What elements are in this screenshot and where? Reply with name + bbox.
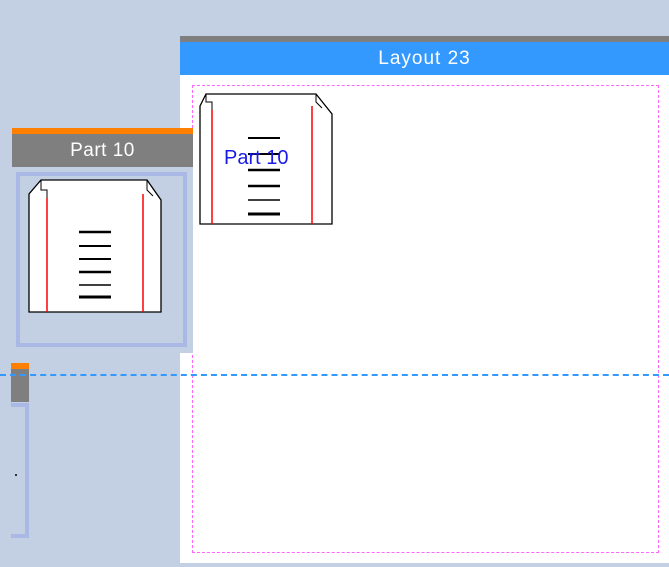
part-card-title: Part 10 <box>70 139 135 161</box>
layout-title: Layout 23 <box>378 47 471 69</box>
part-card-header[interactable]: Part 10 <box>12 134 193 167</box>
part-thumbnail-shape <box>28 179 162 313</box>
partial-card-frame <box>11 403 29 538</box>
horizontal-guide-line[interactable] <box>0 374 669 376</box>
placed-part-label: Part 10 <box>224 147 289 169</box>
partial-part-card[interactable] <box>11 363 29 538</box>
layout-header[interactable]: Layout 23 <box>180 42 669 75</box>
partial-card-dot <box>15 474 17 476</box>
